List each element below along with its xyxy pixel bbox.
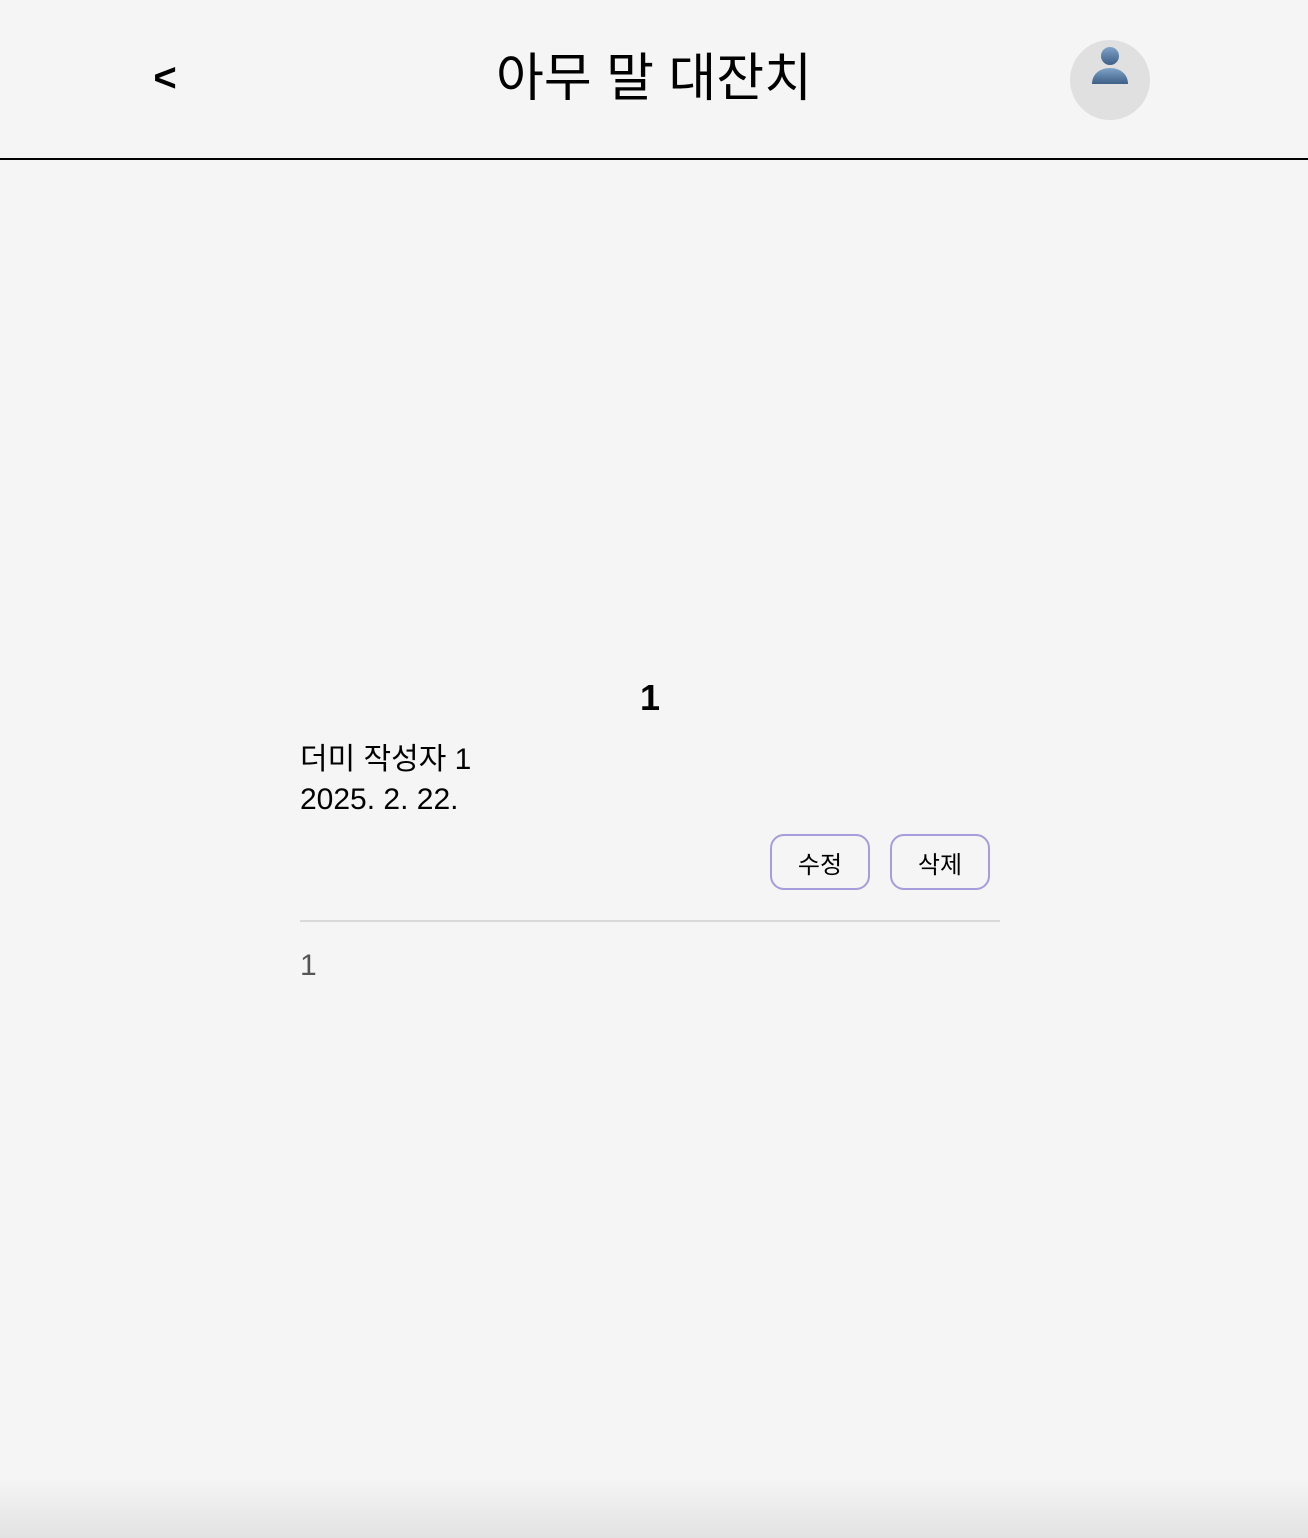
post-date: 2025. 2. 22. — [300, 783, 459, 816]
post-title: 1 — [639, 677, 661, 718]
app-header: < 아무 말 대잔치 — [0, 0, 1308, 160]
user-avatar-icon — [1092, 47, 1128, 84]
bottom-shadow — [0, 1478, 1308, 1538]
post-meta: 더미 작성자 1 2025. 2. 22. — [300, 740, 1000, 820]
post-author: 더미 작성자 1 — [300, 743, 472, 776]
delete-button[interactable]: 삭제 — [890, 834, 990, 890]
profile-avatar-button[interactable] — [1070, 40, 1150, 120]
post-detail: 1 더미 작성자 1 2025. 2. 22. 수정 삭제 1 — [300, 672, 1000, 986]
post-body: 1 — [300, 949, 317, 982]
divider — [300, 920, 1000, 922]
post-actions: 수정 삭제 — [300, 834, 1000, 890]
edit-button[interactable]: 수정 — [770, 834, 870, 890]
